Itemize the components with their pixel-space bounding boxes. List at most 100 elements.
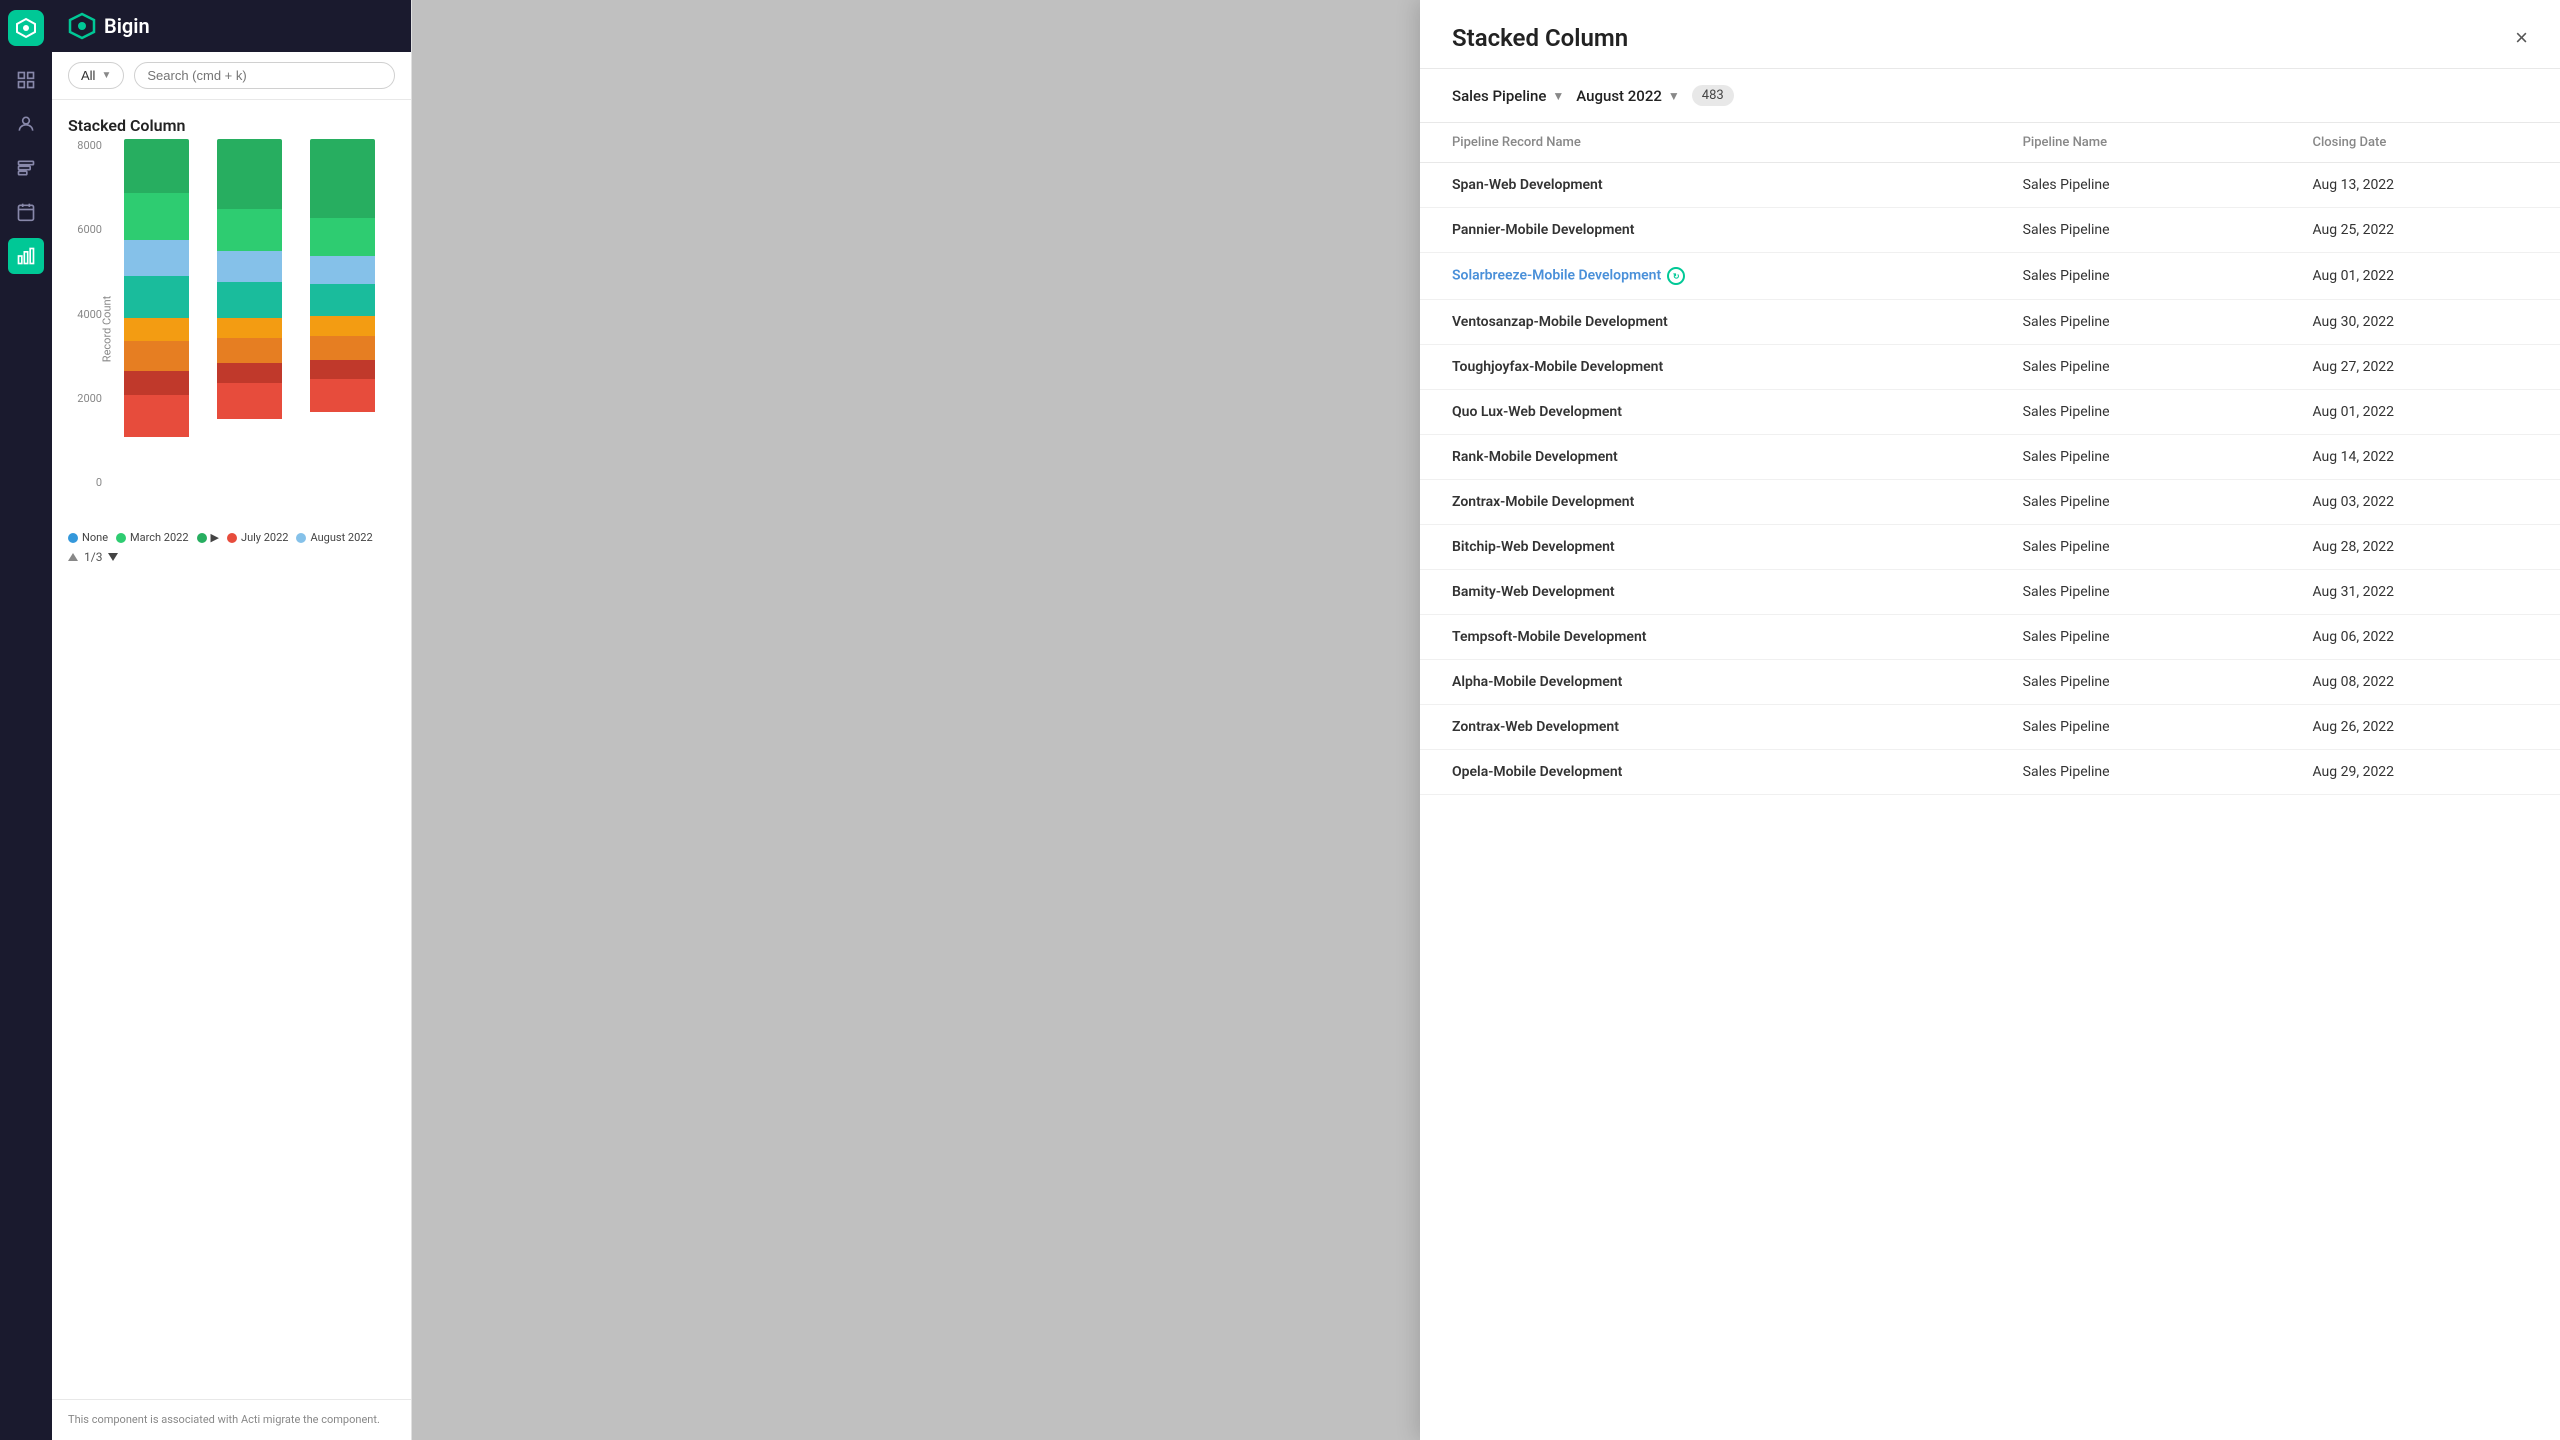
prev-page-icon[interactable] (68, 553, 78, 561)
table-row: Pannier-Mobile DevelopmentSales Pipeline… (1420, 208, 2560, 253)
closing-date-cell: Aug 31, 2022 (2281, 570, 2560, 615)
legend-none-dot (68, 533, 78, 543)
bar-seg (124, 193, 189, 241)
pipeline-filter-label: Sales Pipeline (1452, 87, 1546, 105)
pipeline-name-cell: Sales Pipeline (1991, 208, 2281, 253)
panel-footer: This component is associated with Acti m… (52, 1399, 411, 1440)
bars-container (114, 139, 385, 489)
bar-seg (124, 276, 189, 318)
table-header-row: Pipeline Record Name Pipeline Name Closi… (1420, 123, 2560, 163)
closing-date-cell: Aug 25, 2022 (2281, 208, 2560, 253)
table-row: Opela-Mobile DevelopmentSales PipelineAu… (1420, 750, 2560, 795)
closing-date-cell: Aug 03, 2022 (2281, 480, 2560, 525)
closing-date-cell: Aug 13, 2022 (2281, 163, 2560, 208)
bar-seg (124, 341, 189, 371)
record-name-cell: Rank-Mobile Development (1420, 435, 1991, 480)
filter-arrow-icon: ▼ (101, 70, 111, 81)
chart-area: 8000 6000 4000 2000 0 (68, 139, 395, 519)
bar-seg (310, 218, 375, 256)
sidebar (0, 0, 52, 1440)
closing-date-cell: Aug 08, 2022 (2281, 660, 2560, 705)
modal-title: Stacked Column (1452, 24, 1628, 52)
record-name-cell: Ventosanzap-Mobile Development (1420, 300, 1991, 345)
bar-seg (124, 395, 189, 437)
sidebar-contacts-icon[interactable] (8, 106, 44, 142)
closing-date-cell: Aug 29, 2022 (2281, 750, 2560, 795)
record-name-cell: Opela-Mobile Development (1420, 750, 1991, 795)
pipeline-name-cell: Sales Pipeline (1991, 570, 2281, 615)
sidebar-pipeline-icon[interactable] (8, 150, 44, 186)
closing-date-cell: Aug 26, 2022 (2281, 705, 2560, 750)
bar-seg (217, 363, 282, 383)
record-name-cell: Span-Web Development (1420, 163, 1991, 208)
record-name-cell: Pannier-Mobile Development (1420, 208, 1991, 253)
pipeline-name-cell: Sales Pipeline (1991, 163, 2281, 208)
record-name-cell: Toughjoyfax-Mobile Development (1420, 345, 1991, 390)
table-row: Bamity-Web DevelopmentSales PipelineAug … (1420, 570, 2560, 615)
record-name-cell: Alpha-Mobile Development (1420, 660, 1991, 705)
closing-date-cell: Aug 01, 2022 (2281, 390, 2560, 435)
modal: Stacked Column × Sales Pipeline ▼ August… (1420, 0, 2560, 1440)
closing-date-cell: Aug 30, 2022 (2281, 300, 2560, 345)
bar-seg (217, 383, 282, 419)
record-name-link[interactable]: Solarbreeze-Mobile Development (1452, 268, 1661, 284)
record-name-cell: Zontrax-Web Development (1420, 705, 1991, 750)
table-row: Zontrax-Web DevelopmentSales PipelineAug… (1420, 705, 2560, 750)
close-button[interactable]: × (2515, 27, 2528, 49)
bar-seg (217, 209, 282, 251)
pipeline-name-cell: Sales Pipeline (1991, 300, 2281, 345)
chart-title: Stacked Column (68, 116, 395, 135)
left-panel: Bigin All ▼ Stacked Column 8000 6000 400… (52, 0, 412, 1440)
pipeline-name-cell: Sales Pipeline (1991, 480, 2281, 525)
legend-march2022: March 2022 (116, 531, 189, 544)
closing-date-cell: Aug 01, 2022 (2281, 253, 2560, 300)
table-row: Ventosanzap-Mobile DevelopmentSales Pipe… (1420, 300, 2560, 345)
closing-date-cell: Aug 14, 2022 (2281, 435, 2560, 480)
record-count-badge: 483 (1692, 85, 1734, 106)
table-row: Tempsoft-Mobile DevelopmentSales Pipelin… (1420, 615, 2560, 660)
bar-group-1[interactable] (114, 139, 199, 489)
stacked-bar-3 (310, 139, 375, 412)
sidebar-activities-icon[interactable] (8, 194, 44, 230)
bar-seg (217, 318, 282, 338)
record-name-cell: Zontrax-Mobile Development (1420, 480, 1991, 525)
pipeline-name-cell: Sales Pipeline (1991, 390, 2281, 435)
bar-seg (310, 360, 375, 379)
pipeline-filter[interactable]: Sales Pipeline ▼ (1452, 87, 1564, 105)
bar-group-3[interactable] (300, 139, 385, 489)
app-logo[interactable] (8, 10, 44, 46)
pipeline-name-cell: Sales Pipeline (1991, 660, 2281, 705)
filter-all-button[interactable]: All ▼ (68, 62, 124, 89)
bar-seg (310, 256, 375, 283)
chart-panel: Stacked Column 8000 6000 4000 2000 0 (52, 100, 411, 1399)
record-name-cell: Bamity-Web Development (1420, 570, 1991, 615)
table-row: Alpha-Mobile DevelopmentSales PipelineAu… (1420, 660, 2560, 705)
pipeline-name-cell: Sales Pipeline (1991, 705, 2281, 750)
app-title: Bigin (104, 14, 150, 38)
bar-seg (217, 338, 282, 363)
date-filter-label: August 2022 (1576, 87, 1662, 105)
closing-date-cell: Aug 06, 2022 (2281, 615, 2560, 660)
record-name-cell[interactable]: Solarbreeze-Mobile Development↻ (1420, 253, 1991, 300)
search-input[interactable] (134, 62, 395, 89)
bar-group-2[interactable] (207, 139, 292, 489)
legend-august2022: August 2022 (296, 531, 372, 544)
bar-seg (217, 282, 282, 318)
bar-seg (217, 251, 282, 282)
pipeline-name-cell: Sales Pipeline (1991, 525, 2281, 570)
sidebar-reports-icon[interactable] (8, 238, 44, 274)
col-header-closing-date: Closing Date (2281, 123, 2560, 163)
records-table: Pipeline Record Name Pipeline Name Closi… (1420, 123, 2560, 795)
chart-pagination: 1/3 (68, 550, 395, 564)
table-row: Span-Web DevelopmentSales PipelineAug 13… (1420, 163, 2560, 208)
modal-filters: Sales Pipeline ▼ August 2022 ▼ 483 (1420, 69, 2560, 123)
record-name-cell: Quo Lux-Web Development (1420, 390, 1991, 435)
closing-date-cell: Aug 27, 2022 (2281, 345, 2560, 390)
sidebar-home-icon[interactable] (8, 62, 44, 98)
next-page-icon[interactable] (108, 553, 118, 561)
date-filter[interactable]: August 2022 ▼ (1576, 87, 1680, 105)
pipeline-name-cell: Sales Pipeline (1991, 253, 2281, 300)
records-table-container[interactable]: Pipeline Record Name Pipeline Name Closi… (1420, 123, 2560, 1440)
legend-march-dot (116, 533, 126, 543)
legend-extra-green: ▶ (197, 531, 219, 544)
